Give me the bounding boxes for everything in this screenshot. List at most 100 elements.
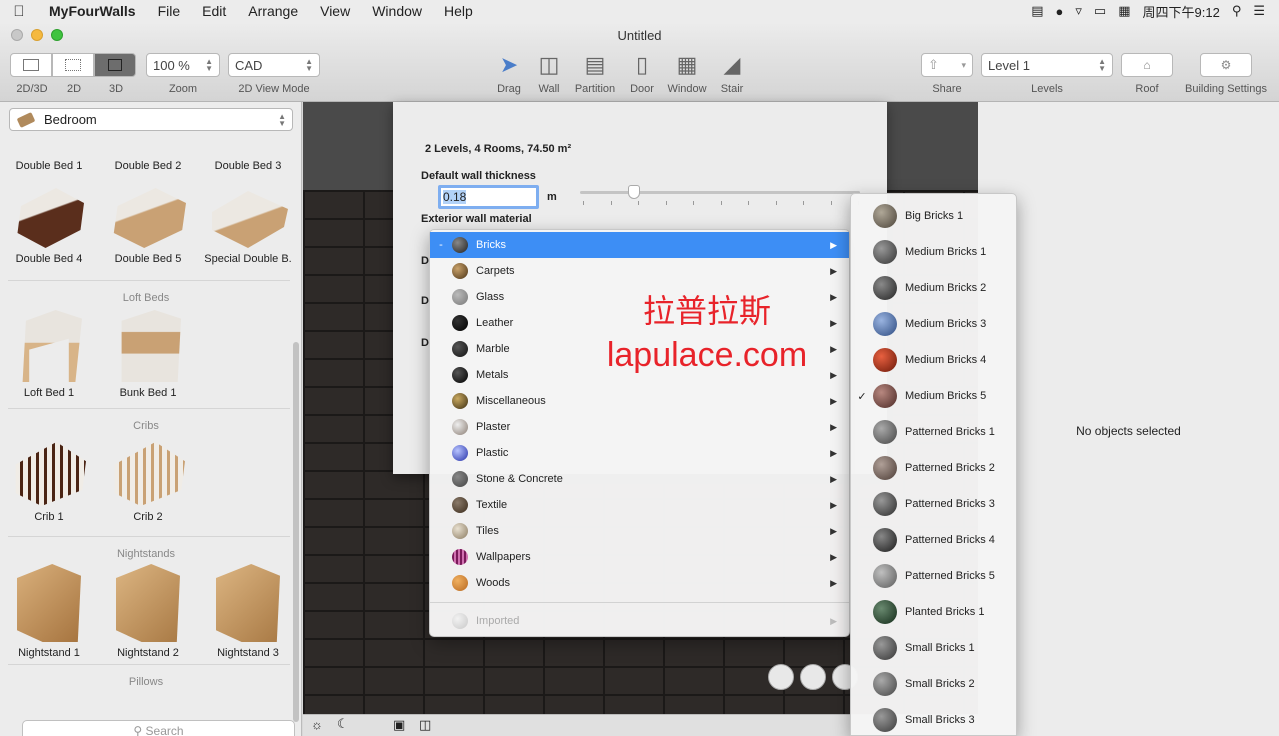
furniture-item[interactable]: Nightstand 1 [0,564,98,659]
input-method-icon[interactable]: ▦ [1118,3,1130,19]
building-summary: 2 Levels, 4 Rooms, 74.50 m² [425,143,572,155]
menu-item-woods[interactable]: Woods ▶ [430,570,849,596]
menu-item-medium-bricks-1[interactable]: Medium Bricks 1 [851,239,1016,265]
moon-icon[interactable]: ☾ [337,716,349,732]
display-icon[interactable]: ▤ [1031,3,1043,19]
stepper-icon: ▲ ▼ [278,111,286,128]
furniture-item[interactable]: Nightstand 2 [99,564,197,659]
menu-item-tiles[interactable]: Tiles ▶ [430,518,849,544]
zoom-stepper[interactable]: 100 % ▲ ▼ [146,53,220,77]
menu-file[interactable]: File [147,3,192,19]
menu-item-small-bricks-3[interactable]: Small Bricks 3 [851,707,1016,733]
sun-icon[interactable]: ☼ [311,717,323,732]
notification-center-icon[interactable]: ☰ [1253,3,1265,19]
view-2d-button[interactable] [52,53,94,77]
divider [8,536,290,537]
menu-item-small-bricks-2[interactable]: Small Bricks 2 [851,671,1016,697]
menu-item-planted-bricks-1[interactable]: Planted Bricks 1 [851,599,1016,625]
menu-app-name[interactable]: MyFourWalls [38,3,147,19]
pan-control-button[interactable] [768,664,794,690]
floorplan-icon[interactable]: ▣ [393,717,405,733]
2d-view-mode-select[interactable]: CAD ▲ ▼ [228,53,320,77]
furniture-item[interactable]: Loft Bed 1 [0,310,98,399]
section-title-nightstands: Nightstands [116,548,176,560]
item-label: Double Bed 2 [114,160,182,172]
hierarchy-icon[interactable]: ◫ [419,717,431,733]
wall-thickness-input[interactable]: 0.18 [438,185,539,209]
furniture-item[interactable]: Double Bed 1 [0,160,98,172]
menu-item-small-bricks-1[interactable]: Small Bricks 1 [851,635,1016,661]
menu-item-label: Metals [476,369,509,381]
menu-item-patterned-bricks-2[interactable]: Patterned Bricks 2 [851,455,1016,481]
menu-item-patterned-bricks-4[interactable]: Patterned Bricks 4 [851,527,1016,553]
furniture-item[interactable]: Special Double B. [199,188,297,265]
menu-item-medium-bricks-2[interactable]: Medium Bricks 2 [851,275,1016,301]
wall-tool[interactable]: ◫ Wall [527,50,571,95]
patterned-bricks-swatch-icon [873,492,897,516]
menu-item-textile[interactable]: Textile ▶ [430,492,849,518]
furniture-item[interactable]: Crib 2 [99,442,197,523]
clock[interactable]: 周四下午9:12 [1143,2,1220,21]
qq-icon[interactable]: ● [1056,4,1064,19]
nightstand-image [216,564,280,642]
submenu-arrow-icon: ▶ [830,239,837,250]
battery-icon[interactable]: ▭ [1094,3,1106,19]
door-tool[interactable]: ▯ Door [620,50,664,95]
glass-swatch-icon [452,289,468,305]
furniture-item[interactable]: Crib 1 [0,442,98,523]
menu-item-carpets[interactable]: Carpets ▶ [430,258,849,284]
search-input[interactable]: ⚲ Search [22,720,295,736]
orbit-control-button[interactable] [800,664,826,690]
building-settings-button[interactable]: ⚙ [1200,53,1252,77]
view-2d3d-button[interactable] [10,53,52,77]
window-tool-label: Window [667,83,707,95]
box-icon [108,59,122,71]
menu-window[interactable]: Window [361,3,433,19]
item-label: Double Bed 3 [214,160,282,172]
menu-item-plastic[interactable]: Plastic ▶ [430,440,849,466]
apple-icon[interactable]:  [0,3,38,20]
wifi-icon[interactable]: ▿ [1075,3,1082,19]
view-3d-button[interactable] [94,53,136,77]
menu-item-medium-bricks-5[interactable]: ✓ Medium Bricks 5 [851,383,1016,409]
partition-tool[interactable]: ▤ Partition [573,50,617,95]
furniture-item[interactable]: Double Bed 4 [0,188,98,265]
slider-knob[interactable] [628,185,640,199]
menu-item-medium-bricks-4[interactable]: Medium Bricks 4 [851,347,1016,373]
category-select[interactable]: Bedroom ▲ ▼ [9,108,293,131]
drag-tool[interactable]: ➤ Drag [487,50,531,95]
window-tool[interactable]: ▦ Window [665,50,709,95]
menu-item-label: Wallpapers [476,551,531,563]
menu-edit[interactable]: Edit [191,3,237,19]
menu-item-wallpapers[interactable]: Wallpapers ▶ [430,544,849,570]
level-select[interactable]: Level 1 ▲ ▼ [981,53,1113,77]
menu-item-big-bricks-1[interactable]: Big Bricks 1 [851,203,1016,229]
truncated-label: D [421,337,429,349]
share-button[interactable]: ⇧ ▾ [921,53,973,77]
menu-view[interactable]: View [309,3,361,19]
menu-item-patterned-bricks-1[interactable]: Patterned Bricks 1 [851,419,1016,445]
furniture-item[interactable]: Double Bed 3 [199,160,297,172]
sidebar-scrollbar[interactable] [293,342,299,722]
menu-item-patterned-bricks-5[interactable]: Patterned Bricks 5 [851,563,1016,589]
furniture-item[interactable]: Double Bed 2 [99,160,197,172]
furniture-item[interactable]: Double Bed 5 [99,188,197,265]
furniture-item[interactable]: Bunk Bed 1 [99,310,197,399]
menu-item-stone-concrete[interactable]: Stone & Concrete ▶ [430,466,849,492]
wall-thickness-slider[interactable] [580,191,860,194]
medium-bricks-swatch-icon [873,276,897,300]
menu-arrange[interactable]: Arrange [237,3,309,19]
menu-item-miscellaneous[interactable]: Miscellaneous ▶ [430,388,849,414]
stair-tool[interactable]: ◢ Stair [710,50,754,95]
menu-item-medium-bricks-3[interactable]: Medium Bricks 3 [851,311,1016,337]
menu-item-plaster[interactable]: Plaster ▶ [430,414,849,440]
miscellaneous-swatch-icon [452,393,468,409]
furniture-item[interactable]: Nightstand 3 [199,564,297,659]
menu-item-patterned-bricks-3[interactable]: Patterned Bricks 3 [851,491,1016,517]
menu-help[interactable]: Help [433,3,484,19]
menu-item-label: Small Bricks 2 [905,678,975,690]
roof-button[interactable]: ⌂ [1121,53,1173,77]
menu-item-bricks[interactable]: - Bricks ▶ [430,232,849,258]
spotlight-search-icon[interactable]: ⚲ [1232,3,1242,19]
divider [8,664,290,665]
